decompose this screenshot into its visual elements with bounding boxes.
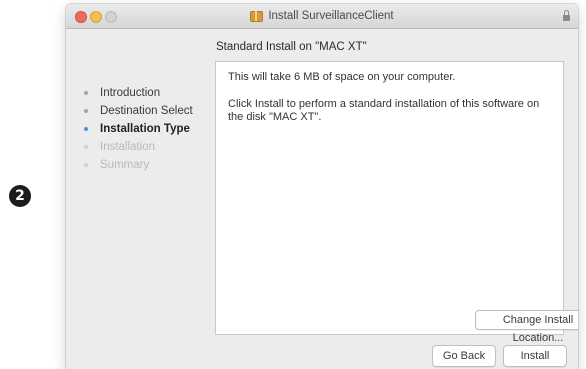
step-bullet-icon bbox=[84, 163, 88, 167]
step-destination-select: Destination Select bbox=[80, 102, 193, 120]
step-number-badge: 2 bbox=[9, 185, 31, 207]
step-label: Summary bbox=[100, 159, 150, 171]
step-bullet-icon bbox=[84, 145, 88, 149]
change-install-location-button[interactable]: Change Install Location... bbox=[475, 310, 578, 344]
step-label: Introduction bbox=[100, 87, 161, 99]
title-bar: Install SurveillanceClient bbox=[66, 4, 578, 29]
content-panel: This will take 6 MB of space on your com… bbox=[215, 61, 578, 344]
step-installation: Installation bbox=[80, 138, 193, 156]
pane-heading: Standard Install on "MAC XT" bbox=[216, 41, 367, 53]
install-button[interactable]: Install bbox=[503, 345, 567, 367]
step-introduction: Introduction bbox=[80, 84, 193, 102]
window-title: Install SurveillanceClient bbox=[268, 10, 394, 22]
install-instruction: Click Install to perform a standard inst… bbox=[228, 98, 540, 123]
step-summary: Summary bbox=[80, 156, 193, 174]
go-back-button[interactable]: Go Back bbox=[432, 345, 496, 367]
step-bullet-icon bbox=[84, 127, 88, 131]
disk-space-message: This will take 6 MB of space on your com… bbox=[228, 71, 456, 83]
package-icon bbox=[250, 10, 264, 22]
step-label: Installation Type bbox=[100, 123, 190, 135]
installer-steps-sidebar: Introduction Destination Select Installa… bbox=[80, 84, 193, 174]
step-bullet-icon bbox=[84, 91, 88, 95]
step-installation-type: Installation Type bbox=[80, 120, 193, 138]
installer-window: Install SurveillanceClient Standard Inst… bbox=[66, 4, 578, 369]
window-title-group: Install SurveillanceClient bbox=[66, 4, 578, 28]
step-label: Installation bbox=[100, 141, 155, 153]
step-label: Destination Select bbox=[100, 105, 193, 117]
lock-icon bbox=[563, 10, 570, 21]
step-bullet-icon bbox=[84, 109, 88, 113]
